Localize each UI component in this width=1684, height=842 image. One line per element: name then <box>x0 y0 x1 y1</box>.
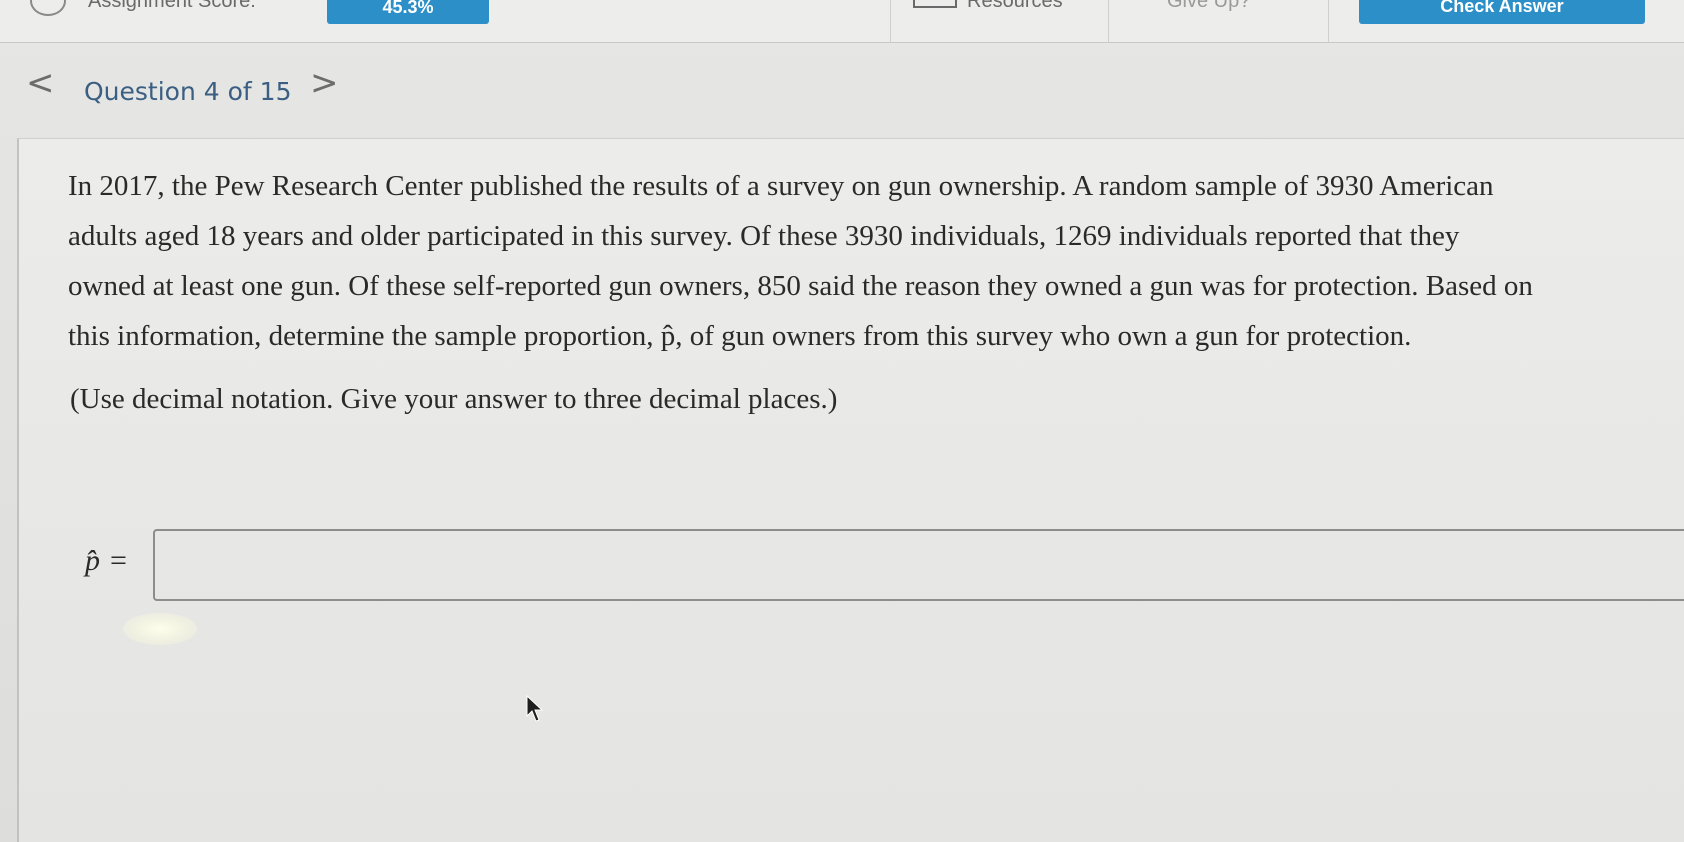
answer-instruction: (Use decimal notation. Give your answer … <box>70 383 838 415</box>
answer-input[interactable] <box>153 529 1684 601</box>
screen-glare <box>123 613 197 645</box>
equals-sign: = <box>110 544 127 577</box>
top-toolbar: Assignment Score: 45.3% Resources Give U… <box>0 0 1684 43</box>
check-answer-button[interactable]: Check Answer <box>1359 0 1645 24</box>
question-counter: Question 4 of 15 <box>84 77 292 106</box>
next-question-icon[interactable]: > <box>310 66 339 100</box>
give-up-label: Give Up? <box>1167 0 1251 12</box>
question-line: owned at least one gun. Of these self-re… <box>68 270 1533 302</box>
resources-icon <box>913 0 957 8</box>
answer-label: p̂ = <box>85 544 127 578</box>
resources-label: Resources <box>967 0 1063 12</box>
p-hat-symbol: p̂ <box>85 544 100 577</box>
question-line: adults aged 18 years and older participa… <box>68 220 1460 252</box>
question-line: In 2017, the Pew Research Center publish… <box>68 170 1494 202</box>
question-line: this information, determine the sample p… <box>68 320 1412 352</box>
mouse-pointer-icon <box>526 695 544 722</box>
assignment-score-label: Assignment Score: <box>88 0 256 12</box>
question-navigation: < Question 4 of 15 > <box>0 44 1684 136</box>
timer-icon[interactable] <box>30 0 66 16</box>
score-badge: 45.3% <box>327 0 489 24</box>
question-panel: In 2017, the Pew Research Center publish… <box>17 138 1684 842</box>
screen: Assignment Score: 45.3% Resources Give U… <box>0 0 1684 842</box>
previous-question-icon[interactable]: < <box>26 66 55 100</box>
question-text: In 2017, the Pew Research Center publish… <box>68 161 1684 361</box>
resources-button[interactable]: Resources <box>890 0 1109 42</box>
give-up-button[interactable]: Give Up? <box>1108 0 1329 42</box>
